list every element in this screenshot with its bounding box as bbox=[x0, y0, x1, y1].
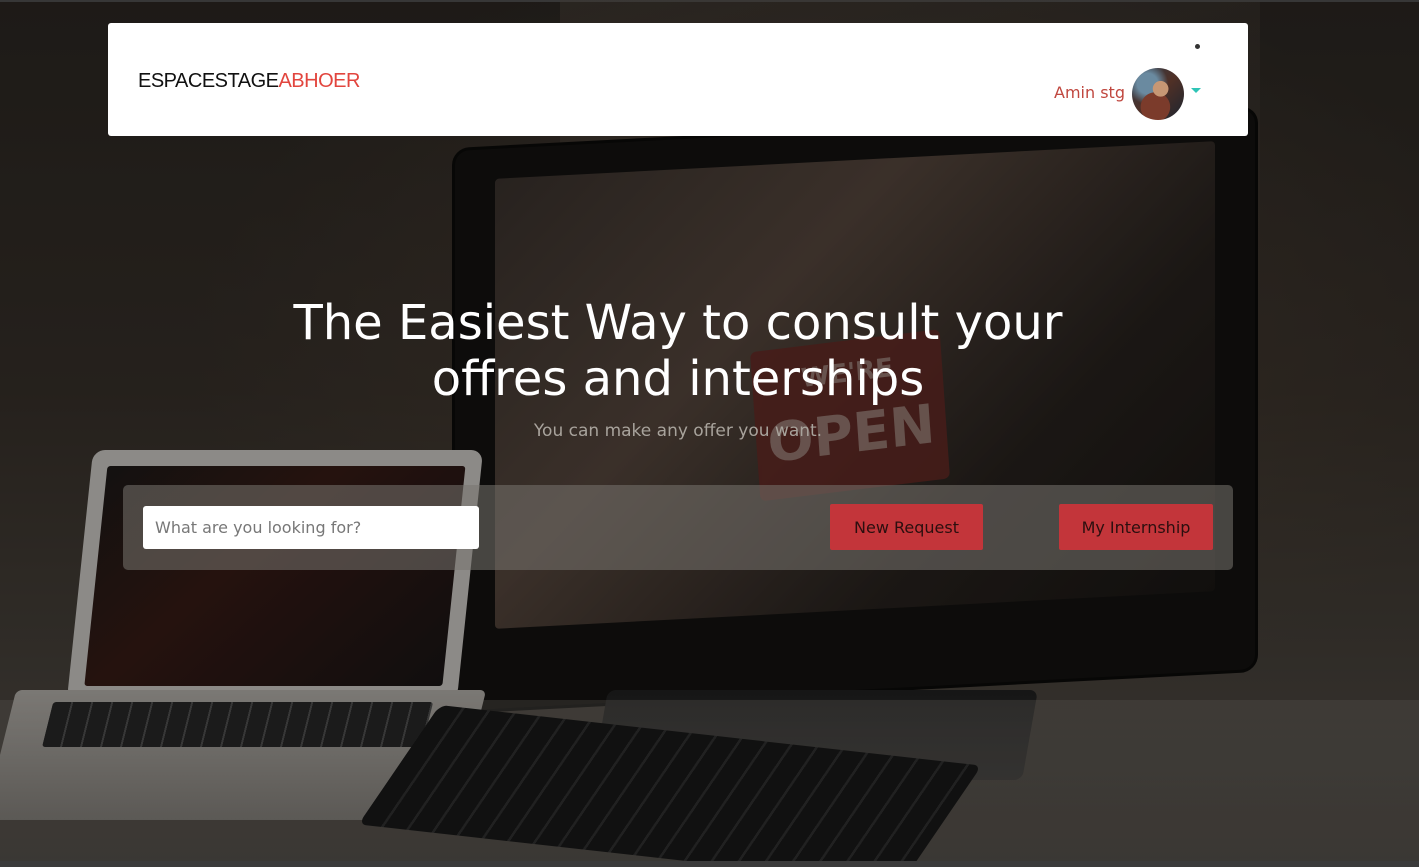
user-avatar[interactable] bbox=[1132, 68, 1184, 120]
search-panel: New Request My Internship bbox=[123, 485, 1233, 570]
hero-title: The Easiest Way to consult your offres a… bbox=[0, 295, 1356, 407]
bottom-border bbox=[0, 861, 1419, 867]
my-internship-button[interactable]: My Internship bbox=[1059, 504, 1213, 550]
nav-dot-indicator bbox=[1195, 44, 1200, 49]
search-input[interactable] bbox=[143, 506, 479, 549]
hero-subtitle: You can make any offer you want. bbox=[533, 421, 823, 441]
brand-logo-part2: ABHOER bbox=[278, 70, 360, 92]
user-name[interactable]: Amin stg bbox=[1054, 83, 1125, 102]
navbar: ESPACESTAGEABHOER Amin stg bbox=[108, 23, 1248, 136]
brand-logo[interactable]: ESPACESTAGEABHOER bbox=[138, 70, 360, 93]
caret-down-icon[interactable] bbox=[1191, 88, 1201, 93]
hero-title-line2: offres and interships bbox=[431, 351, 925, 407]
brand-logo-part1: ESPACESTAGE bbox=[138, 70, 279, 92]
new-request-button[interactable]: New Request bbox=[830, 504, 983, 550]
hero-title-line1: The Easiest Way to consult your bbox=[293, 295, 1063, 351]
